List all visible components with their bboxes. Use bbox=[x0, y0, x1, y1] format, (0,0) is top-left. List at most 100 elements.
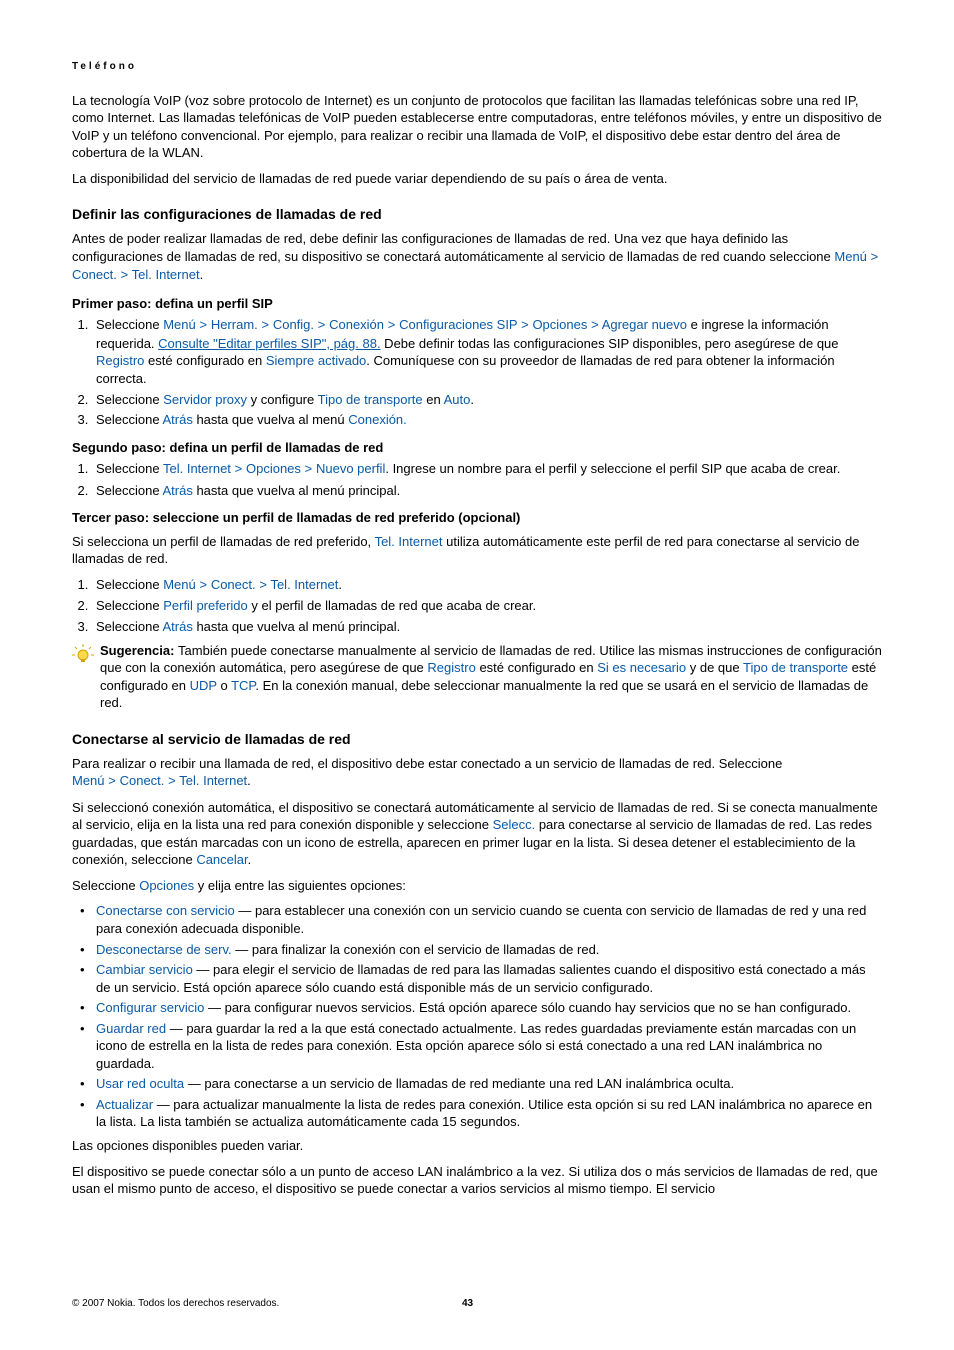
list-item: Actualizar — para actualizar manualmente… bbox=[86, 1096, 882, 1131]
running-header: Teléfono bbox=[72, 60, 882, 74]
path-link[interactable]: Menú bbox=[72, 773, 105, 788]
path-link[interactable]: Herram. bbox=[211, 317, 258, 332]
sep-icon: > bbox=[871, 250, 879, 265]
step-3-heading: Tercer paso: seleccione un perfil de lla… bbox=[72, 509, 882, 527]
text: hasta que vuelva al menú principal. bbox=[193, 619, 400, 634]
text: esté configurado en bbox=[476, 660, 597, 675]
sep-icon: > bbox=[120, 268, 128, 283]
perfil-preferido-link[interactable]: Perfil preferido bbox=[163, 598, 248, 613]
text: Seleccione bbox=[96, 412, 163, 427]
atras-link[interactable]: Atrás bbox=[163, 619, 193, 634]
sep-icon: > bbox=[318, 318, 326, 333]
auto-link[interactable]: Auto bbox=[444, 392, 471, 407]
list-item: Seleccione Atrás hasta que vuelva al men… bbox=[92, 618, 882, 636]
registro-link[interactable]: Registro bbox=[96, 353, 144, 368]
intro-para-1: La tecnología VoIP (voz sobre protocolo … bbox=[72, 92, 882, 162]
option-key[interactable]: Usar red oculta bbox=[96, 1076, 184, 1091]
sep-icon: > bbox=[168, 774, 176, 789]
servidor-proxy-link[interactable]: Servidor proxy bbox=[163, 392, 247, 407]
option-text: — para guardar la red a la que está cone… bbox=[96, 1021, 856, 1071]
list-item: Seleccione Menú > Herram. > Config. > Co… bbox=[92, 316, 882, 387]
option-key[interactable]: Conectarse con servicio bbox=[96, 903, 235, 918]
option-key[interactable]: Configurar servicio bbox=[96, 1000, 204, 1015]
text: . Ingrese un nombre para el perfil y sel… bbox=[385, 461, 840, 476]
list-item: Configurar servicio — para configurar nu… bbox=[86, 999, 882, 1017]
conect-link[interactable]: Conect. bbox=[72, 267, 117, 282]
option-key[interactable]: Desconectarse de serv. bbox=[96, 942, 232, 957]
sep-icon: > bbox=[108, 774, 116, 789]
list-item: Seleccione Servidor proxy y configure Ti… bbox=[92, 391, 882, 409]
conexion-link[interactable]: Conexión. bbox=[348, 412, 407, 427]
opciones-link[interactable]: Opciones bbox=[139, 878, 194, 893]
path-link[interactable]: Menú bbox=[163, 577, 196, 592]
option-text: — para finalizar la conexión con el serv… bbox=[232, 942, 600, 957]
tipo-transporte-link[interactable]: Tipo de transporte bbox=[743, 660, 848, 675]
text: . bbox=[470, 392, 474, 407]
registro-link[interactable]: Registro bbox=[427, 660, 475, 675]
path-link[interactable]: Config. bbox=[273, 317, 314, 332]
udp-link[interactable]: UDP bbox=[190, 678, 217, 693]
tel-internet-link[interactable]: Tel. Internet bbox=[132, 267, 200, 282]
option-text: — para elegir el servicio de llamadas de… bbox=[96, 962, 866, 995]
tel-internet-link[interactable]: Tel. Internet bbox=[375, 534, 443, 549]
tip-label: Sugerencia: bbox=[100, 643, 178, 658]
path-link[interactable]: Menú bbox=[163, 317, 196, 332]
page: Teléfono La tecnología VoIP (voz sobre p… bbox=[0, 0, 954, 1350]
list-item: Seleccione Atrás hasta que vuelva al men… bbox=[92, 411, 882, 429]
text: Seleccione bbox=[96, 461, 163, 476]
list-item: Cambiar servicio — para elegir el servic… bbox=[86, 961, 882, 996]
sep-icon: > bbox=[388, 318, 396, 333]
path-link[interactable]: Tel. Internet bbox=[270, 577, 338, 592]
text: Para realizar o recibir una llamada de r… bbox=[72, 756, 782, 771]
list-item: Seleccione Tel. Internet > Opciones > Nu… bbox=[92, 460, 882, 479]
text: o bbox=[217, 678, 231, 693]
text: Seleccione bbox=[72, 878, 139, 893]
path-link[interactable]: Conect. bbox=[211, 577, 256, 592]
path-link[interactable]: Agregar nuevo bbox=[602, 317, 687, 332]
option-text: — para configurar nuevos servicios. Está… bbox=[204, 1000, 851, 1015]
text: esté configurado en bbox=[144, 353, 265, 368]
menu-link[interactable]: Menú bbox=[834, 249, 867, 264]
text: Seleccione bbox=[96, 483, 163, 498]
list-item: Conectarse con servicio — para establece… bbox=[86, 902, 882, 937]
connect-para-3: Seleccione Opciones y elija entre las si… bbox=[72, 877, 882, 895]
tip-text: Sugerencia: También puede conectarse man… bbox=[100, 642, 882, 712]
option-key[interactable]: Actualizar bbox=[96, 1097, 153, 1112]
option-key[interactable]: Guardar red bbox=[96, 1021, 166, 1036]
path-link[interactable]: Opciones bbox=[246, 461, 301, 476]
sep-icon: > bbox=[521, 318, 529, 333]
path-link[interactable]: Tel. Internet bbox=[179, 773, 247, 788]
tip-lightbulb-icon bbox=[72, 642, 100, 671]
xref-link[interactable]: Consulte "Editar perfiles SIP", pág. 88. bbox=[158, 336, 380, 351]
path-link[interactable]: Conect. bbox=[120, 773, 165, 788]
path-link[interactable]: Nuevo perfil bbox=[316, 461, 385, 476]
path-link[interactable]: Configuraciones SIP bbox=[399, 317, 517, 332]
text: y configure bbox=[247, 392, 318, 407]
copyright-text: © 2007 Nokia. Todos los derechos reserva… bbox=[72, 1297, 462, 1311]
connect-para-last: El dispositivo se puede conectar sólo a … bbox=[72, 1163, 882, 1198]
path-link[interactable]: Conexión bbox=[329, 317, 384, 332]
sep-icon: > bbox=[199, 578, 207, 593]
tipo-transporte-link[interactable]: Tipo de transporte bbox=[318, 392, 423, 407]
tcp-link[interactable]: TCP bbox=[231, 678, 255, 693]
sep-icon: > bbox=[261, 318, 269, 333]
cancelar-link[interactable]: Cancelar bbox=[196, 852, 247, 867]
options-list: Conectarse con servicio — para establece… bbox=[72, 902, 882, 1131]
siempre-activado-link[interactable]: Siempre activado bbox=[266, 353, 366, 368]
page-number: 43 bbox=[462, 1297, 473, 1311]
atras-link[interactable]: Atrás bbox=[163, 483, 193, 498]
si-es-necesario-link[interactable]: Si es necesario bbox=[597, 660, 686, 675]
list-item: Usar red oculta — para conectarse a un s… bbox=[86, 1075, 882, 1093]
step-2-list: Seleccione Tel. Internet > Opciones > Nu… bbox=[72, 460, 882, 499]
sep-icon: > bbox=[305, 462, 313, 477]
section-heading-define: Definir las configuraciones de llamadas … bbox=[72, 205, 882, 224]
options-vary: Las opciones disponibles pueden variar. bbox=[72, 1137, 882, 1155]
selecc-link[interactable]: Selecc. bbox=[493, 817, 536, 832]
path-link[interactable]: Opciones bbox=[532, 317, 587, 332]
list-item: Seleccione Atrás hasta que vuelva al men… bbox=[92, 482, 882, 500]
sep-icon: > bbox=[235, 462, 243, 477]
path-link[interactable]: Tel. Internet bbox=[163, 461, 231, 476]
atras-link[interactable]: Atrás bbox=[163, 412, 193, 427]
option-key[interactable]: Cambiar servicio bbox=[96, 962, 193, 977]
text: Seleccione bbox=[96, 619, 163, 634]
